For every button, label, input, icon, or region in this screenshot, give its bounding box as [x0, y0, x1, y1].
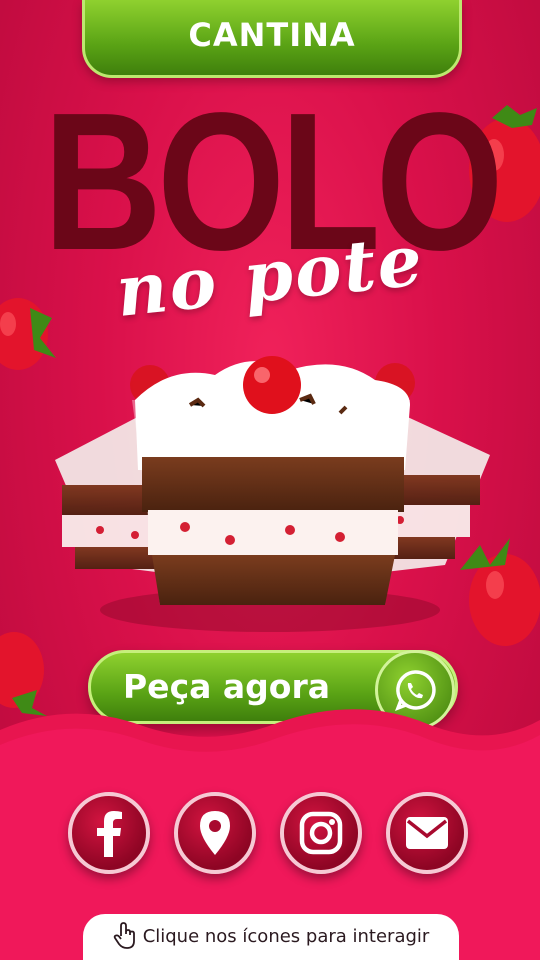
cantina-badge: CANTINA: [82, 0, 462, 78]
interaction-hint: Clique nos ícones para interagir: [83, 914, 459, 960]
instagram-icon: [299, 811, 343, 855]
cantina-label: CANTINA: [188, 15, 356, 54]
instagram-button[interactable]: [280, 792, 362, 874]
cake-pot-image: [55, 356, 490, 632]
location-pin-icon: [200, 811, 230, 855]
product-headline: BOLO no pote: [0, 84, 540, 333]
hint-label: Clique nos ícones para interagir: [142, 925, 430, 947]
hand-pointer-icon: [113, 922, 135, 949]
email-button[interactable]: [386, 792, 468, 874]
facebook-icon: [97, 811, 122, 857]
social-buttons: [68, 792, 468, 874]
facebook-button[interactable]: [68, 792, 150, 874]
mail-icon: [406, 817, 448, 849]
location-button[interactable]: [174, 792, 256, 874]
